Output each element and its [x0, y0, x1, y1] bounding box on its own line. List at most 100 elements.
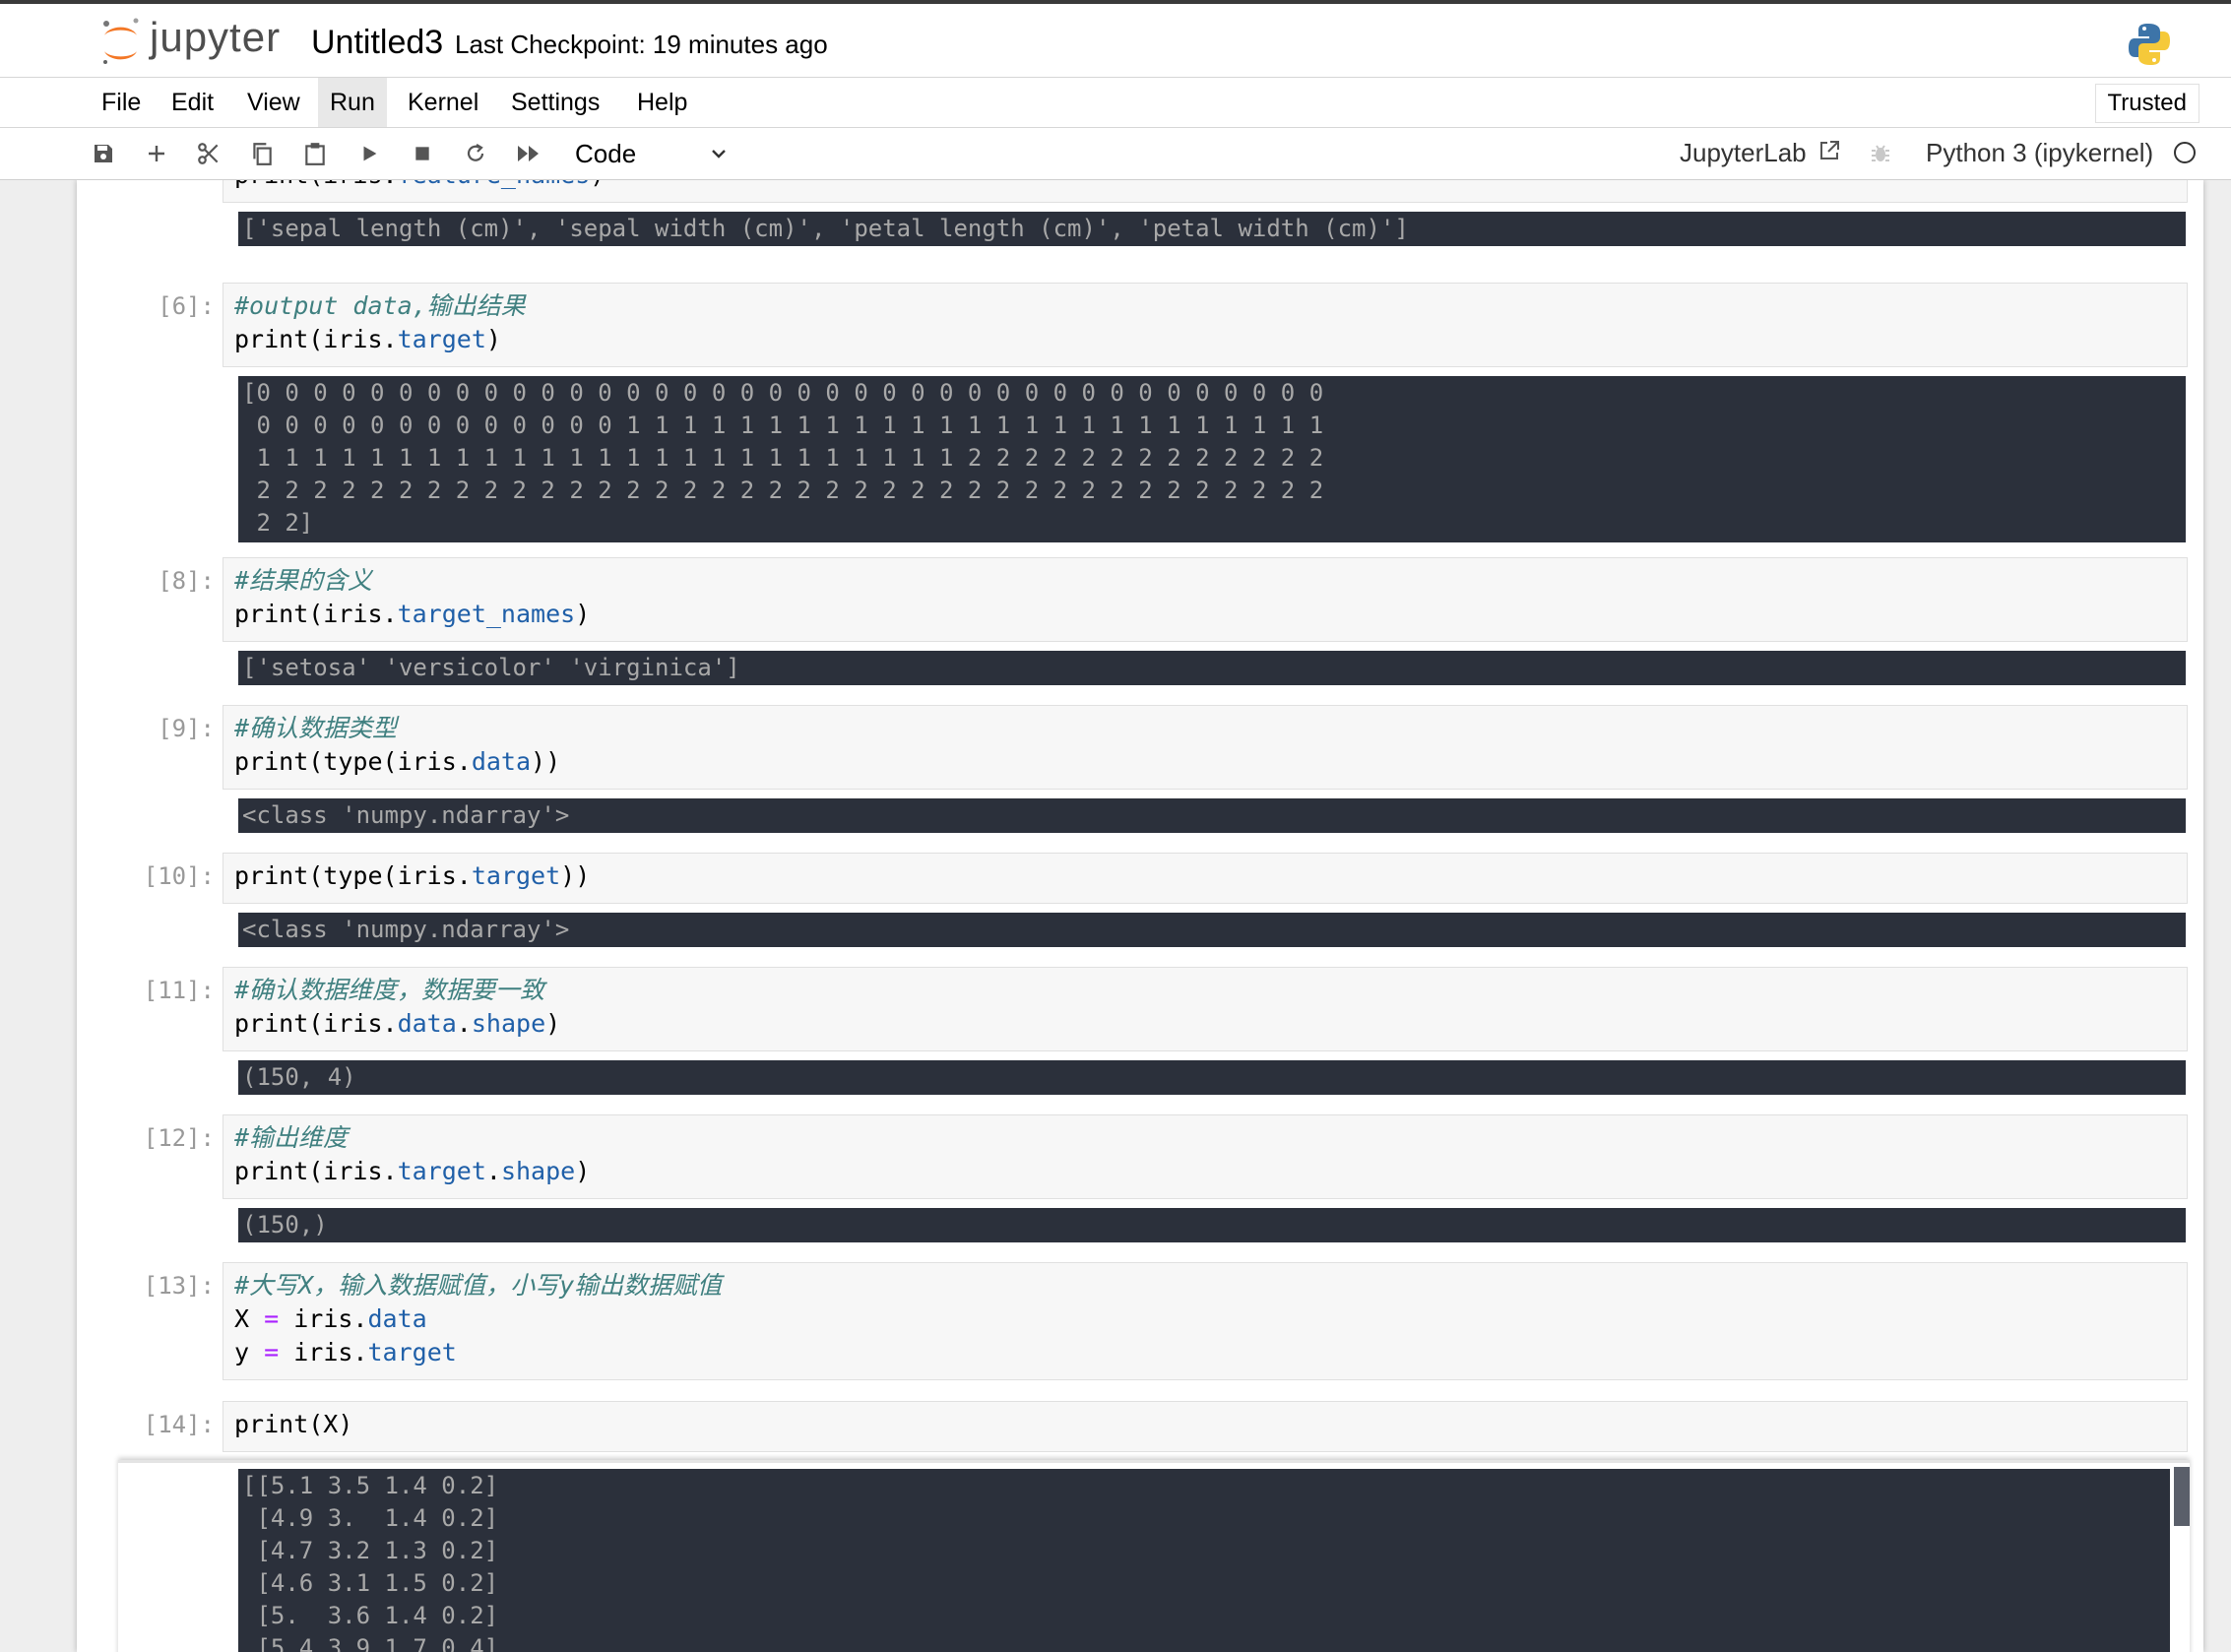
output-line: [0 0 0 0 0 0 0 0 0 0 0 0 0 0 0 0 0 0 0 0…	[242, 379, 1324, 407]
code-token: )	[575, 600, 591, 628]
code-line: #输出维度	[234, 1121, 2176, 1155]
copy-button[interactable]	[244, 136, 280, 171]
code-token: print(iris.	[234, 325, 398, 353]
insert-cell-button[interactable]	[139, 136, 174, 171]
run-button[interactable]	[351, 136, 387, 171]
cell-input[interactable]: #大写X，输入数据赋值，小写y输出数据赋值 X = iris.data y = …	[223, 1262, 2188, 1380]
code-line: #确认数据维度，数据要一致	[234, 974, 2176, 1007]
stop-icon	[415, 147, 429, 160]
cell-output: <class 'numpy.ndarray'>	[238, 913, 2186, 947]
menu-view[interactable]: View	[235, 78, 312, 127]
cut-icon	[198, 143, 219, 164]
debugger-bug-icon[interactable]	[1869, 142, 1892, 165]
python-logo-icon	[2129, 24, 2170, 65]
save-icon	[95, 145, 112, 162]
restart-run-all-button[interactable]	[511, 136, 546, 171]
cell-input[interactable]: print(X)	[223, 1401, 2188, 1452]
cell-input[interactable]: #output data,输出结果 print(iris.target)	[223, 283, 2188, 367]
open-jupyterlab-link[interactable]: JupyterLab	[1680, 138, 1841, 168]
cut-button[interactable]	[191, 136, 226, 171]
code-token: data	[367, 1304, 427, 1333]
code-token: iris.	[279, 1304, 368, 1333]
cell-input[interactable]: #确认数据维度，数据要一致 print(iris.data.shape)	[223, 967, 2188, 1051]
code-line: print(iris.data.shape)	[234, 1007, 2176, 1041]
code-line: X = iris.data	[234, 1303, 2176, 1336]
code-token: y	[234, 1338, 265, 1366]
code-line: print(iris.target)	[234, 323, 2176, 356]
code-token: shape	[471, 1009, 546, 1038]
code-token: target	[397, 1157, 486, 1185]
output-line: <class 'numpy.ndarray'>	[242, 801, 570, 829]
code-line: print(iris.target_names)	[234, 598, 2176, 631]
cell-input[interactable]: #输出维度 print(iris.target.shape)	[223, 1114, 2188, 1199]
output-line: ['sepal length (cm)', 'sepal width (cm)'…	[242, 215, 1409, 242]
menu-kernel[interactable]: Kernel	[396, 78, 490, 127]
output-line: (150, 4)	[242, 1063, 356, 1091]
code-line: y = iris.target	[234, 1336, 2176, 1369]
code-token: print(iris.	[234, 600, 398, 628]
code-line: print(iris.feature_names)	[234, 180, 2176, 192]
code-token: ))	[531, 747, 561, 776]
output-line: 0 0 0 0 0 0 0 0 0 0 0 0 0 1 1 1 1 1 1 1 …	[242, 412, 1324, 439]
chevron-down-icon	[712, 150, 726, 159]
jupyterlab-label: JupyterLab	[1680, 138, 1807, 167]
cell-input[interactable]: #结果的含义 print(iris.target_names)	[223, 557, 2188, 642]
jupyter-logo-icon	[103, 18, 139, 64]
cell-prompt: [12]:	[143, 1124, 215, 1152]
cell-prompt: [13]:	[143, 1272, 215, 1300]
cell-input[interactable]: print(type(iris.target))	[223, 853, 2188, 904]
code-token: #确认数据类型	[234, 714, 398, 742]
cell-output: [0 0 0 0 0 0 0 0 0 0 0 0 0 0 0 0 0 0 0 0…	[238, 376, 2186, 542]
cell-output: (150, 4)	[238, 1060, 2186, 1095]
jupyter-logo-text: jupyter	[150, 14, 282, 60]
cell-output: <class 'numpy.ndarray'>	[238, 798, 2186, 833]
output-line: 2 2 2 2 2 2 2 2 2 2 2 2 2 2 2 2 2 2 2 2 …	[242, 477, 1324, 504]
scrolled-output-area[interactable]: [[5.1 3.5 1.4 0.2] [4.9 3. 1.4 0.2] [4.7…	[118, 1460, 2190, 1652]
kernel-name[interactable]: Python 3 (ipykernel)	[1926, 138, 2153, 168]
code-token: print(type(iris.	[234, 861, 472, 890]
paste-button[interactable]	[297, 136, 333, 171]
cell-type-dropdown[interactable]: Code	[575, 136, 729, 171]
cell-prompt: [14]:	[143, 1411, 215, 1438]
output-scrollbar[interactable]	[2174, 1467, 2190, 1526]
code-token: .	[485, 1157, 501, 1185]
notebook-toolbar: Code JupyterLab Python 3 (ipykernel)	[0, 128, 2231, 180]
code-token: iris.	[279, 1338, 368, 1366]
output-line: [4.7 3.2 1.3 0.2]	[242, 1537, 499, 1564]
code-token: print(iris.	[234, 180, 398, 189]
cell-output: ['setosa' 'versicolor' 'virginica']	[238, 651, 2186, 685]
output-line: [4.6 3.1 1.5 0.2]	[242, 1569, 499, 1597]
menu-file[interactable]: File	[90, 78, 153, 127]
menu-help[interactable]: Help	[625, 78, 699, 127]
code-token: target	[367, 1338, 457, 1366]
cell-prompt: [6]:	[158, 292, 215, 320]
save-button[interactable]	[86, 136, 121, 171]
output-line: [5. 3.6 1.4 0.2]	[242, 1602, 499, 1629]
notebook-title[interactable]: Untitled3	[311, 24, 443, 62]
cell-input[interactable]: print(iris.feature_names)	[223, 180, 2188, 203]
code-token: X	[234, 1304, 265, 1333]
output-line: <class 'numpy.ndarray'>	[242, 916, 570, 943]
code-token: target_names	[397, 600, 576, 628]
trusted-indicator[interactable]: Trusted	[2094, 84, 2199, 123]
menu-edit[interactable]: Edit	[159, 78, 225, 127]
code-token: target	[397, 325, 486, 353]
menu-settings[interactable]: Settings	[499, 78, 611, 127]
interrupt-button[interactable]	[405, 136, 440, 171]
add-icon	[149, 146, 164, 161]
cell-output: (150,)	[238, 1208, 2186, 1242]
code-token: =	[264, 1338, 280, 1366]
code-line: #大写X，输入数据赋值，小写y输出数据赋值	[234, 1269, 2176, 1303]
code-token: print(X)	[234, 1410, 353, 1438]
menu-run[interactable]: Run	[318, 78, 387, 127]
cell-input[interactable]: #确认数据类型 print(type(iris.data))	[223, 705, 2188, 790]
restart-kernel-button[interactable]	[458, 136, 493, 171]
run-icon	[363, 146, 377, 161]
restart-icon	[467, 144, 484, 161]
code-line: #确认数据类型	[234, 712, 2176, 745]
cell-prompt: [11]:	[143, 977, 215, 1004]
notebook-page: print(iris.feature_names) ['sepal length…	[77, 180, 2203, 1652]
code-token: #大写X，输入数据赋值，小写y输出数据赋值	[234, 1271, 723, 1300]
output-line: [5.4 3.9 1.7 0.4]	[242, 1634, 499, 1652]
code-token: print(iris.	[234, 1157, 398, 1185]
